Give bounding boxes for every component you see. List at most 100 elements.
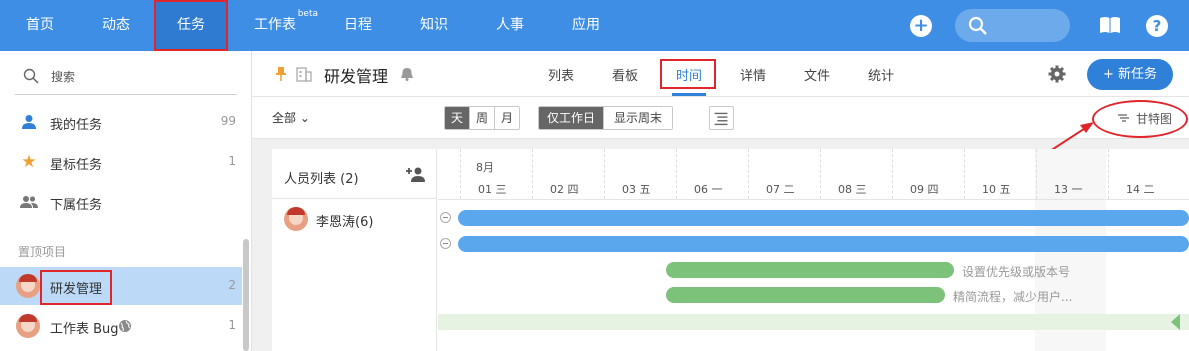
summary-band (438, 314, 1189, 330)
sidebar-search[interactable]: 搜索 (15, 59, 237, 95)
day-separator (964, 149, 965, 199)
page-title: 研发管理 (324, 67, 389, 86)
day-separator (820, 149, 821, 199)
sidebar-item-count: 2 (228, 278, 236, 292)
scale-toggle: 天 周 月 (444, 106, 521, 130)
day-label: 01 三 (478, 183, 507, 196)
day-label: 13 一 (1054, 183, 1083, 196)
gantt-view: 人员列表 (2) 李恩涛(6) 8月 01 三 02 四 03 五 06 一 07 二 0… (272, 149, 1189, 351)
sidebar-item-count: 1 (228, 318, 236, 332)
sidebar-item-label: 我的任务 (50, 118, 103, 133)
day-label: 06 一 (694, 183, 723, 196)
gear-icon[interactable] (1048, 65, 1066, 83)
sidebar-item-my-tasks[interactable]: 我的任务 99 (0, 103, 242, 141)
nav-worksheet[interactable]: 工作表 beta (250, 0, 318, 51)
task-label: 精简流程，减少用户... (953, 290, 1073, 304)
header-divider (438, 199, 1189, 200)
active-tab-indicator (672, 93, 706, 96)
person-name: 李恩涛(6) (316, 215, 374, 230)
sidebar-item-starred[interactable]: ★ 星标任务 1 (0, 143, 242, 181)
task-bar[interactable] (458, 236, 1189, 252)
nav-knowledge[interactable]: 知识 (412, 0, 456, 51)
help-icon[interactable]: ? (1146, 15, 1168, 37)
workdays-only[interactable]: 仅工作日 (539, 107, 605, 129)
list-toggle-button[interactable] (709, 106, 734, 130)
search-icon (23, 68, 39, 84)
star-icon: ★ (21, 152, 37, 172)
people-list-title: 人员列表 (2) (284, 172, 359, 187)
add-icon[interactable]: + (910, 15, 932, 37)
nav-home[interactable]: 首页 (18, 0, 62, 51)
sidebar: 搜索 我的任务 99 ★ 星标任务 1 下属任务 置顶项目 研发管理 2 工作表… (0, 51, 252, 351)
tab-details[interactable]: 详情 (740, 65, 766, 84)
sidebar-search-placeholder: 搜索 (51, 70, 76, 84)
people-column: 人员列表 (2) 李恩涛(6) (272, 149, 437, 351)
nav-hr[interactable]: 人事 (488, 0, 532, 51)
nav-feed[interactable]: 动态 (94, 0, 138, 51)
day-separator (604, 149, 605, 199)
day-separator (460, 149, 461, 199)
day-separator (1036, 149, 1037, 199)
filter-dropdown[interactable]: 全部 ⌄ (272, 109, 310, 126)
top-nav: 首页 动态 任务 工作表 beta 日程 知识 人事 应用 + ? (0, 0, 1189, 51)
task-bar[interactable] (666, 287, 945, 303)
book-icon[interactable] (1099, 15, 1121, 35)
sidebar-item-subordinates[interactable]: 下属任务 (0, 183, 242, 221)
timeline: 8月 01 三 02 四 03 五 06 一 07 二 08 三 09 四 10 五 13 一 1… (438, 149, 1189, 351)
tab-list[interactable]: 列表 (548, 65, 574, 84)
building-icon (296, 67, 312, 82)
summary-bar-end (1171, 314, 1180, 330)
sidebar-section-title: 置顶项目 (18, 245, 67, 259)
sidebar-item-label: 工作表 Bug (50, 322, 119, 337)
avatar (16, 314, 40, 338)
sidebar-scrollbar[interactable] (243, 239, 249, 351)
project-header: 研发管理 列表 看板 时间 详情 文件 统计 + 新任务 (252, 51, 1189, 97)
scale-week[interactable]: 周 (470, 107, 496, 129)
tab-stats[interactable]: 统计 (868, 65, 894, 84)
collapse-icon[interactable] (440, 238, 451, 249)
sidebar-item-count: 1 (228, 154, 236, 168)
sidebar-project-worksheet-bug[interactable]: 工作表 Bug 1 (0, 307, 242, 345)
day-separator (748, 149, 749, 199)
nav-calendar[interactable]: 日程 (336, 0, 380, 51)
sidebar-item-label: 研发管理 (40, 270, 113, 305)
people-header: 人员列表 (2) (272, 149, 437, 199)
filter-label: 全部 (272, 111, 297, 125)
person-icon (22, 115, 36, 129)
search-icon (968, 16, 987, 35)
sidebar-project-rd[interactable]: 研发管理 2 (0, 267, 242, 305)
scale-month[interactable]: 月 (495, 107, 520, 129)
day-label: 08 三 (838, 183, 867, 196)
beta-badge: beta (297, 9, 318, 19)
day-label: 10 五 (982, 183, 1011, 196)
day-separator (1108, 149, 1109, 199)
month-label: 8月 (476, 161, 494, 174)
new-task-button[interactable]: + 新任务 (1087, 59, 1173, 90)
day-separator (676, 149, 677, 199)
day-label: 14 二 (1126, 183, 1155, 196)
tab-board[interactable]: 看板 (612, 65, 638, 84)
scale-day[interactable]: 天 (445, 107, 471, 129)
nav-tasks[interactable]: 任务 (154, 0, 228, 51)
sidebar-item-label: 下属任务 (50, 198, 103, 213)
task-bar[interactable] (666, 262, 954, 278)
workday-toggle: 仅工作日 显示周末 (538, 106, 674, 130)
show-weekends[interactable]: 显示周末 (604, 107, 673, 129)
person-row[interactable]: 李恩涛(6) (272, 205, 437, 233)
day-label: 07 二 (766, 183, 795, 196)
pin-icon[interactable] (276, 67, 286, 81)
list-icon (714, 112, 728, 126)
sidebar-item-label: 星标任务 (50, 158, 103, 173)
day-separator (892, 149, 893, 199)
add-person-icon[interactable] (405, 166, 425, 182)
tab-files[interactable]: 文件 (804, 65, 830, 84)
day-label: 02 四 (550, 183, 579, 196)
nav-apps[interactable]: 应用 (564, 0, 608, 51)
day-label: 09 四 (910, 183, 939, 196)
task-bar[interactable] (458, 210, 1189, 226)
avatar (284, 207, 308, 231)
highlight-box (660, 59, 716, 89)
bell-icon[interactable] (400, 67, 414, 81)
collapse-icon[interactable] (440, 212, 451, 223)
globe-icon (119, 320, 131, 332)
